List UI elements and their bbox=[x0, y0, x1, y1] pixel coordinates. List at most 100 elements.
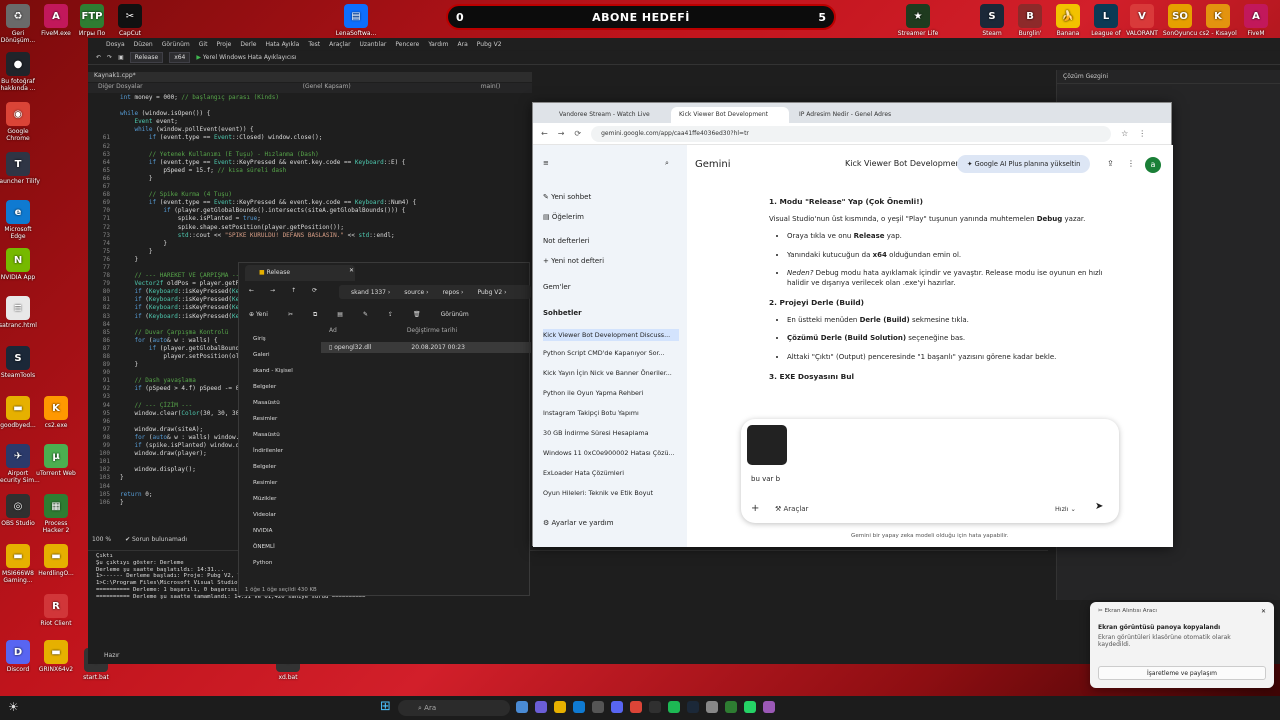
chat-history-item[interactable]: Instagram Takipçi Botu Yapımı bbox=[543, 409, 679, 417]
start-debugging-button[interactable]: Yerel Windows Hata Ayıklayıcısı bbox=[196, 54, 297, 61]
nav-pane-item[interactable]: Masaüstü bbox=[253, 395, 309, 411]
share-icon[interactable]: ⇪ bbox=[1107, 159, 1114, 168]
nav-pane-item[interactable]: NVIDIA bbox=[253, 523, 309, 539]
menu-dots-icon[interactable]: ⋮ bbox=[1138, 129, 1146, 138]
menu-item[interactable]: Uzantılar bbox=[360, 41, 387, 48]
output-source-dropdown[interactable]: Derleme bbox=[160, 560, 184, 566]
chat-history-item[interactable]: Oyun Hileleri: Teknik ve Etik Boyut bbox=[543, 489, 679, 497]
up-icon[interactable]: ↑ bbox=[291, 287, 296, 294]
edge-icon[interactable] bbox=[573, 701, 585, 713]
file-row[interactable]: ▯ opengl32.dll 20.08.2017 00:23 bbox=[321, 342, 531, 353]
new-notebook-button[interactable]: + Yeni not defteri bbox=[543, 257, 604, 265]
taskbar-search[interactable]: ⌕ Ara bbox=[398, 700, 510, 716]
app-icon[interactable] bbox=[725, 701, 737, 713]
menu-item[interactable]: Dosya bbox=[106, 41, 125, 48]
my-items-button[interactable]: ▤ Öğelerim bbox=[543, 213, 584, 221]
attached-screenshot-thumbnail[interactable] bbox=[747, 425, 787, 465]
chat-history-item[interactable]: 30 GB İndirme Süresi Hesaplama bbox=[543, 429, 679, 437]
upgrade-button[interactable]: ✦ Google AI Plus planına yükseltin bbox=[957, 155, 1091, 173]
menu-item[interactable]: Pencere bbox=[395, 41, 419, 48]
reload-icon[interactable]: ⟳ bbox=[574, 129, 581, 138]
breadcrumb-item[interactable]: repos › bbox=[443, 289, 464, 296]
menu-item[interactable]: Yardım bbox=[428, 41, 448, 48]
discord-icon[interactable] bbox=[611, 701, 623, 713]
left-desktop-icon[interactable]: T Launcher Tilify bbox=[0, 152, 40, 185]
model-selector[interactable]: Hızlı ⌄ bbox=[1055, 505, 1076, 513]
hamburger-icon[interactable]: ≡ bbox=[543, 159, 549, 167]
gems-header[interactable]: Gem'ler bbox=[543, 283, 571, 291]
menu-item[interactable]: Pubg V2 bbox=[477, 41, 502, 48]
new-button[interactable]: ⊕ Yeni bbox=[249, 311, 268, 319]
address-bar[interactable]: gemini.google.com/app/caa41ffe4036ed30?h… bbox=[591, 125, 1112, 142]
left-desktop-icon[interactable]: ≡ satranc.html bbox=[0, 296, 40, 329]
weather-icon[interactable]: ☀ bbox=[8, 700, 19, 714]
forward-icon[interactable]: → bbox=[270, 287, 275, 294]
col2-desktop-icon[interactable]: Kcs2.exe bbox=[34, 396, 78, 429]
nav-pane-item[interactable]: skand - Kişisel bbox=[253, 363, 309, 379]
back-icon[interactable]: ← bbox=[249, 287, 254, 294]
notebooks-header[interactable]: Not defterleri bbox=[543, 237, 590, 245]
chat-history-item[interactable]: ExLoader Hata Çözümleri bbox=[543, 469, 679, 477]
nav-pane-item[interactable]: Resimler bbox=[253, 411, 309, 427]
nav-pane-item[interactable]: Resimler bbox=[253, 475, 309, 491]
nav-pane-item[interactable]: Galeri bbox=[253, 347, 309, 363]
nav-pane-item[interactable]: Giriş bbox=[253, 331, 309, 347]
close-icon[interactable]: ✕ bbox=[1261, 608, 1266, 615]
send-icon[interactable]: ➤ bbox=[1095, 501, 1103, 512]
menu-item[interactable]: Hata Ayıkla bbox=[265, 41, 299, 48]
close-tab-icon[interactable]: ✕ bbox=[349, 267, 354, 274]
nav-pane-item[interactable]: Python bbox=[253, 555, 309, 571]
menu-item[interactable]: Git bbox=[199, 41, 208, 48]
share-icon[interactable]: ⇪ bbox=[388, 311, 393, 319]
editor-tab[interactable]: Kaynak1.cpp* bbox=[88, 72, 532, 82]
nav-pane-item[interactable]: Müzikler bbox=[253, 491, 309, 507]
menu-item[interactable]: Düzen bbox=[134, 41, 153, 48]
nav-pane-item[interactable]: Masaüstü bbox=[253, 427, 309, 443]
gemini-brand[interactable]: Gemini bbox=[695, 159, 731, 170]
chat-history-item[interactable]: Python ile Oyun Yapma Rehberi bbox=[543, 389, 679, 397]
delete-icon[interactable]: 🗑 bbox=[413, 311, 421, 319]
markup-share-button[interactable]: İşaretleme ve paylaşım bbox=[1098, 666, 1266, 680]
new-chat-button[interactable]: ✎ Yeni sohbet bbox=[543, 193, 591, 201]
rename-icon[interactable]: ✎ bbox=[363, 311, 368, 319]
search-icon[interactable]: ⌕ bbox=[665, 159, 669, 168]
col2-desktop-icon[interactable]: μ uTorrent Web bbox=[34, 444, 78, 477]
top-desktop-icon[interactable]: A FiveM bbox=[1234, 4, 1278, 37]
settings-icon[interactable] bbox=[592, 701, 604, 713]
steam-icon[interactable] bbox=[687, 701, 699, 713]
nav-pane-item[interactable]: İndirilenler bbox=[253, 443, 309, 459]
menu-item[interactable]: Test bbox=[308, 41, 320, 48]
spotify-icon[interactable] bbox=[668, 701, 680, 713]
left-desktop-icon[interactable]: N NVIDIA App bbox=[0, 248, 40, 281]
menu-item[interactable]: Proje bbox=[216, 41, 231, 48]
platform-dropdown[interactable]: x64 bbox=[169, 52, 191, 63]
save-icon[interactable]: ▣ bbox=[118, 54, 124, 61]
global-scope-dropdown[interactable]: (Genel Kapsam) bbox=[303, 83, 351, 93]
top-desktop-icon[interactable]: ▤ LenaSoftwa... bbox=[334, 4, 378, 37]
nav-pane-item[interactable]: Belgeler bbox=[253, 379, 309, 395]
nav-pane-item[interactable]: Videolar bbox=[253, 507, 309, 523]
left-desktop-icon[interactable]: S SteamTools bbox=[0, 346, 40, 379]
nav-pane-item[interactable]: ÖNEMLİ bbox=[253, 539, 309, 555]
left-desktop-icon[interactable]: ◉ Google Chrome bbox=[0, 102, 40, 142]
chat-history-item[interactable]: Python Script CMD'de Kapanıyor Sor... bbox=[543, 349, 679, 357]
project-scope-dropdown[interactable]: Diğer Dosyalar bbox=[98, 83, 143, 93]
visual-studio-icon[interactable] bbox=[763, 701, 775, 713]
browser-tab[interactable]: Vandoree Stream - Watch Live bbox=[551, 107, 669, 123]
more-options-icon[interactable]: ⋮ bbox=[1127, 159, 1135, 168]
settings-help-button[interactable]: ⚙ Ayarlar ve yardım bbox=[543, 519, 614, 527]
column-date[interactable]: Değiştirme tarihi bbox=[407, 327, 457, 334]
nav-pane-item[interactable]: Belgeler bbox=[253, 459, 309, 475]
left-desktop-icon[interactable]: ● Bu fotoğraf hakkında ... bbox=[0, 52, 40, 92]
col2-desktop-icon[interactable]: R Riot Client bbox=[34, 594, 78, 627]
configuration-dropdown[interactable]: Release bbox=[129, 52, 164, 63]
top-desktop-icon[interactable]: ★ Streamer Life bbox=[896, 4, 940, 37]
avatar[interactable]: a bbox=[1145, 157, 1161, 173]
left-desktop-icon[interactable]: e Microsoft Edge bbox=[0, 200, 40, 240]
paste-icon[interactable]: ▤ bbox=[337, 311, 343, 319]
issues-indicator[interactable]: ✔ Sorun bulunamadı bbox=[125, 536, 187, 543]
forward-icon[interactable]: → bbox=[558, 129, 565, 138]
tools-button[interactable]: ⚒ Araçlar bbox=[775, 505, 808, 513]
address-bar[interactable]: skand 1337 › source › repos › Pubg V2 › bbox=[339, 285, 531, 299]
menu-item[interactable]: Araçlar bbox=[329, 41, 350, 48]
